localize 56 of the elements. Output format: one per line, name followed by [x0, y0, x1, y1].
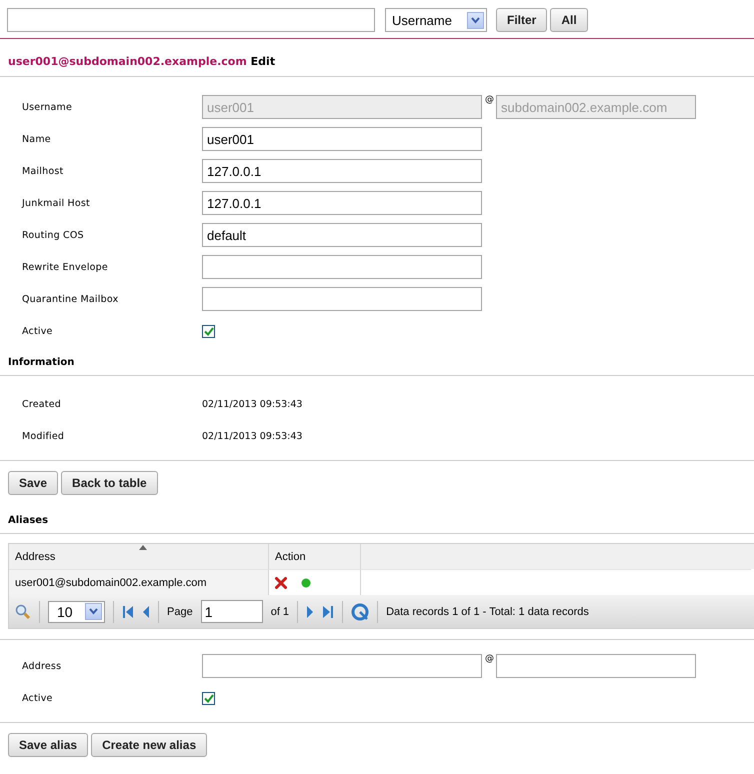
- info-value: 02/11/2013 09:53:43: [202, 430, 302, 442]
- field-label: Username: [22, 102, 74, 112]
- previous-page-icon[interactable]: [142, 604, 150, 618]
- checkbox[interactable]: [202, 324, 215, 338]
- field-label: Quarantine Mailbox: [22, 294, 120, 304]
- text-field[interactable]: user001: [202, 127, 482, 151]
- caret-icon: [89, 608, 98, 615]
- text-field[interactable]: 127.0.0.1: [202, 191, 482, 215]
- search-field[interactable]: [7, 8, 375, 32]
- text-field[interactable]: [202, 287, 482, 311]
- text-field[interactable]: 127.0.0.1: [202, 159, 482, 183]
- at-sign: @: [484, 94, 495, 105]
- edit-label: Edit: [250, 55, 276, 68]
- filter-button[interactable]: Filter: [496, 8, 548, 32]
- alias-button[interactable]: Create new alias: [91, 733, 208, 757]
- alias-button[interactable]: Save alias: [8, 733, 88, 757]
- field-label: Name: [22, 134, 52, 144]
- form-button[interactable]: Save: [8, 471, 58, 495]
- page-count: of 1: [270, 606, 290, 618]
- sort-icon: [138, 545, 146, 550]
- checkbox[interactable]: [202, 692, 215, 704]
- text-field[interactable]: [202, 255, 482, 279]
- next-page-icon[interactable]: [306, 604, 314, 618]
- at-sign: @: [484, 653, 495, 664]
- page-label: Page: [167, 606, 193, 618]
- page-size-dropdown[interactable]: 10: [48, 600, 105, 622]
- first-page-icon[interactable]: [122, 604, 134, 618]
- field-label: Active: [22, 692, 54, 704]
- records-summary: Data records 1 of 1 - Total: 1 data records: [386, 606, 589, 618]
- section-heading: Information: [8, 357, 74, 368]
- info-label: Created: [22, 398, 62, 410]
- last-page-icon[interactable]: [322, 604, 334, 618]
- field-label: Mailhost: [22, 166, 64, 176]
- text-field: user001: [202, 95, 482, 119]
- info-label: Modified: [22, 430, 66, 442]
- table-cell: user001@subdomain002.example.com: [15, 576, 207, 588]
- domain-field: subdomain002.example.com: [496, 95, 696, 119]
- caret-icon: [471, 16, 480, 24]
- domain-field[interactable]: [496, 654, 696, 678]
- field-label: Rewrite Envelope: [22, 262, 109, 272]
- status-icon[interactable]: [301, 578, 311, 588]
- section-heading: Aliases: [8, 515, 48, 526]
- text-field[interactable]: default: [202, 223, 482, 247]
- page-field[interactable]: 1: [200, 600, 263, 623]
- account-address: user001@subdomain002.example.com: [8, 55, 247, 68]
- form-button[interactable]: Back to table: [61, 471, 158, 495]
- field-dropdown[interactable]: Username: [385, 8, 487, 32]
- filter-button[interactable]: All: [550, 8, 588, 32]
- field-label: Address: [22, 660, 62, 672]
- info-value: 02/11/2013 09:53:43: [202, 398, 302, 410]
- field-label: Junkmail Host: [22, 198, 91, 208]
- text-field[interactable]: [202, 654, 482, 678]
- search-icon[interactable]: [15, 604, 31, 620]
- field-label: Routing COS: [22, 230, 85, 240]
- field-label: Active: [22, 326, 54, 336]
- delete-icon[interactable]: [275, 576, 287, 588]
